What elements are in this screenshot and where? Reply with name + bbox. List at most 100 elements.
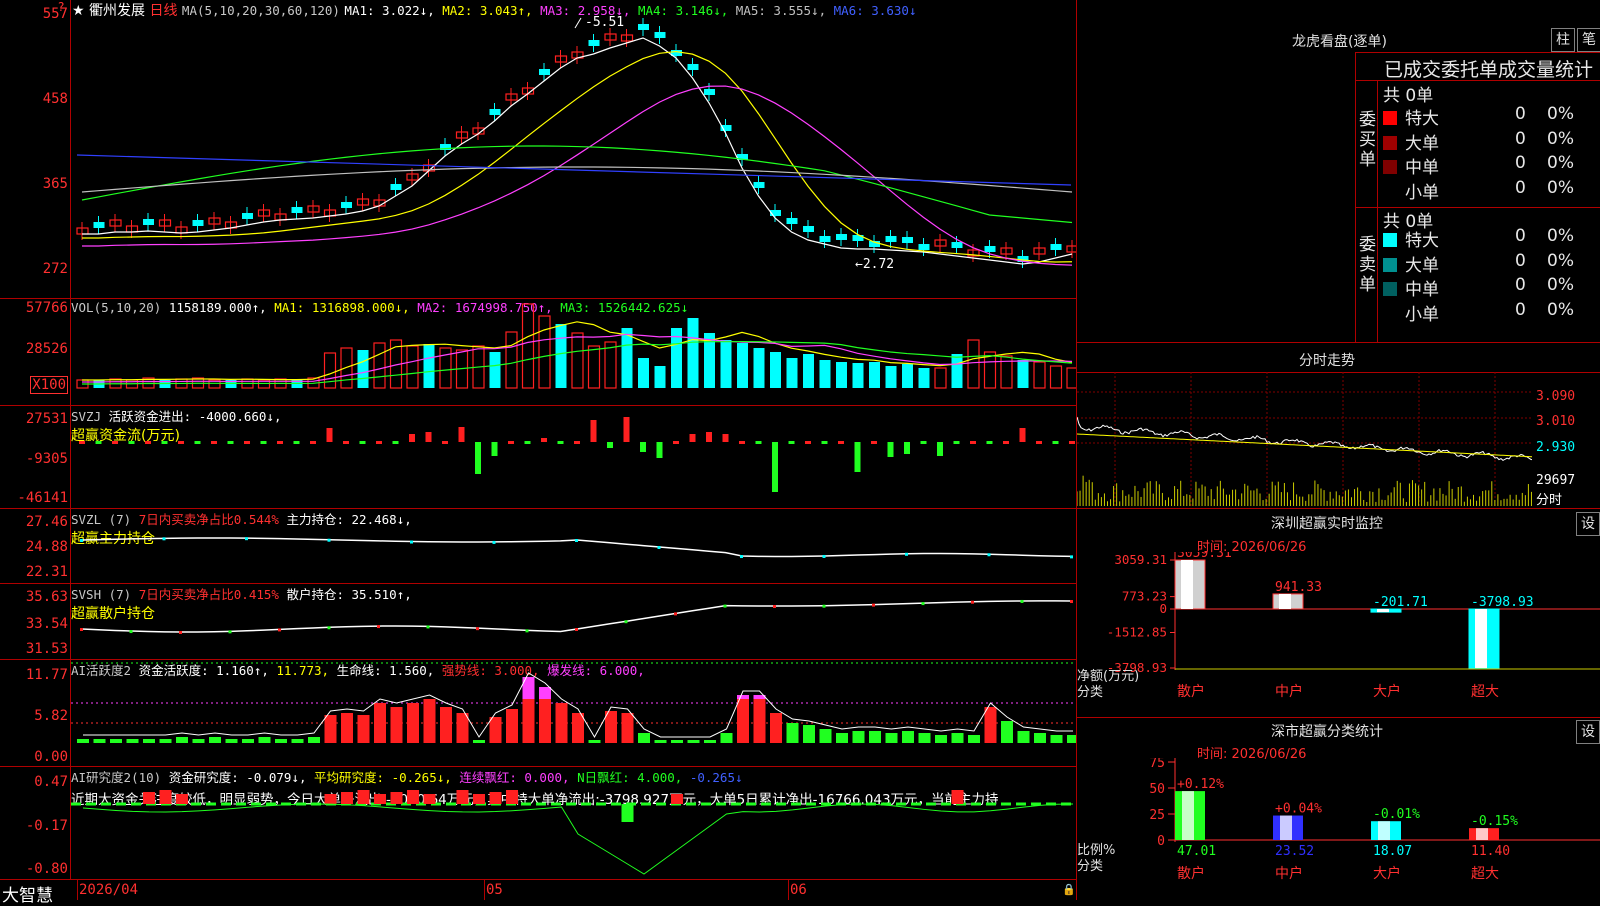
flow-tick (920, 441, 927, 444)
activity-bar (275, 739, 287, 743)
question-icon[interactable]: ? (58, 0, 64, 14)
holding-mark (575, 628, 578, 631)
order-row: 小单 0 0% (1383, 178, 1600, 203)
y-label: 比例% (1077, 843, 1115, 858)
flow-tick (442, 441, 448, 444)
axis-label: 31.53 (25, 641, 68, 657)
flow-tick (95, 441, 102, 444)
order-percent: 0% (1547, 128, 1574, 149)
activity-bar (836, 733, 848, 743)
activity-peak (737, 695, 749, 699)
axis-label: 5.82 (34, 708, 68, 724)
ratio-bar (1175, 791, 1205, 840)
research-bar (143, 792, 155, 804)
flow-bar (326, 428, 333, 442)
flow-tick (145, 441, 151, 444)
research-bar (489, 792, 502, 804)
svzj-axis: 27531 -9305 -46141 (0, 405, 68, 508)
color-swatch-icon (1383, 111, 1397, 125)
order-count: 0 (1515, 275, 1526, 295)
activity-bar (819, 729, 832, 743)
settings-button[interactable]: 设 (1576, 720, 1600, 744)
net-amount-chart[interactable]: 3059.31773.230-1512.85-3798.93净额(万元)分类30… (1077, 552, 1600, 716)
retail-holding-chart[interactable] (71, 583, 1076, 659)
flow-tick (1052, 441, 1059, 444)
order-type: 小单 (1405, 182, 1439, 203)
activity-bar (1050, 735, 1063, 743)
bar-value: -201.71 (1373, 595, 1428, 610)
flow-tick (343, 441, 349, 444)
intraday-chart[interactable] (1077, 372, 1532, 508)
order-row: 中单 0 0% (1383, 275, 1600, 300)
low-price: ←2.72 (855, 257, 894, 272)
research-bar (324, 794, 337, 804)
net-bar (1272, 593, 1304, 610)
lock-icon[interactable]: 🔒 (1062, 883, 1076, 896)
color-swatch-icon (1383, 160, 1397, 174)
activity-bar (308, 737, 320, 743)
order-row: 中单 0 0% (1383, 153, 1600, 178)
retail-holding-line (81, 600, 1073, 633)
color-swatch-icon (1383, 257, 1397, 272)
volume-bar (357, 350, 369, 388)
ai2-axis: 0.47 -0.17 -0.80 (0, 766, 68, 879)
settings-button[interactable]: 设 (1576, 512, 1600, 536)
volume-bar (538, 315, 551, 389)
holding-mark (822, 604, 826, 608)
fund-flow-chart[interactable] (71, 405, 1076, 508)
research-bar (159, 790, 172, 804)
activity-bar (803, 725, 815, 743)
holding-mark (179, 630, 182, 634)
flow-tick (359, 441, 366, 444)
ratio-value: 23.52 (1275, 844, 1314, 859)
research-bar (671, 794, 683, 804)
research-chart[interactable] (71, 766, 1076, 879)
flow-tick (161, 441, 168, 444)
date-label: 05 (486, 882, 503, 898)
flow-tick (79, 441, 85, 444)
buy-orders-label: 委买单 (1359, 110, 1376, 170)
avg-price-line (1077, 433, 1532, 458)
holding-mark (410, 540, 413, 544)
unit-button[interactable]: X100 (30, 376, 68, 394)
order-count: 0 (1515, 299, 1526, 320)
volume-bar (587, 345, 601, 389)
ratio-chart[interactable]: 75 50 25 0 比例%分类 +0.12% 47.01 散户 +0.04% 23.52 中户 -0… (1077, 758, 1600, 900)
volume-bar (852, 363, 864, 388)
bar-mode-button[interactable]: 柱 (1551, 28, 1575, 52)
volume-bar (786, 358, 798, 388)
order-percent: 0% (1547, 275, 1574, 295)
chart-area[interactable]: 557 458 365 272 ? ★ 衢州发展 日线 MA(5,10,20,3… (0, 0, 1077, 906)
color-swatch-icon (1383, 307, 1397, 321)
order-type: 中单 (1405, 158, 1439, 178)
color-swatch-icon (1383, 135, 1397, 150)
activity-bar (869, 731, 881, 743)
sz-monitor-title: 深圳超赢实时监控 (1271, 516, 1383, 532)
activity-bar (176, 737, 188, 743)
holding-mark (773, 605, 776, 609)
tick-mode-button[interactable]: 笔 (1577, 28, 1600, 52)
axis-label: 0 (1157, 834, 1165, 849)
activity-bar (93, 739, 106, 743)
holding-mark (1070, 555, 1073, 559)
activity-peak (539, 687, 551, 699)
bar-value: 3059.31 (1177, 552, 1232, 561)
change-value: +0.04% (1275, 802, 1322, 817)
flow-bar (425, 432, 432, 442)
candle-down (93, 222, 105, 228)
candle-down (291, 207, 303, 213)
main-holding-chart[interactable] (71, 508, 1076, 583)
order-row: 大单 0 0% (1383, 129, 1600, 154)
volume-bar (521, 303, 535, 389)
axis-label: 22.31 (25, 564, 68, 580)
holding-mark (327, 538, 331, 542)
activity-chart[interactable] (71, 659, 1076, 766)
axis-label: 3059.31 (1114, 552, 1167, 567)
net-bar (1174, 559, 1206, 610)
candlestick-chart[interactable]: -5.51 ←2.72 (71, 0, 1076, 298)
activity-bar (621, 713, 634, 743)
flow-bar (854, 442, 861, 472)
ai1-axis: 11.77 5.82 0.00 (0, 659, 68, 766)
high-marker (574, 17, 582, 29)
volume-chart[interactable] (71, 298, 1076, 405)
